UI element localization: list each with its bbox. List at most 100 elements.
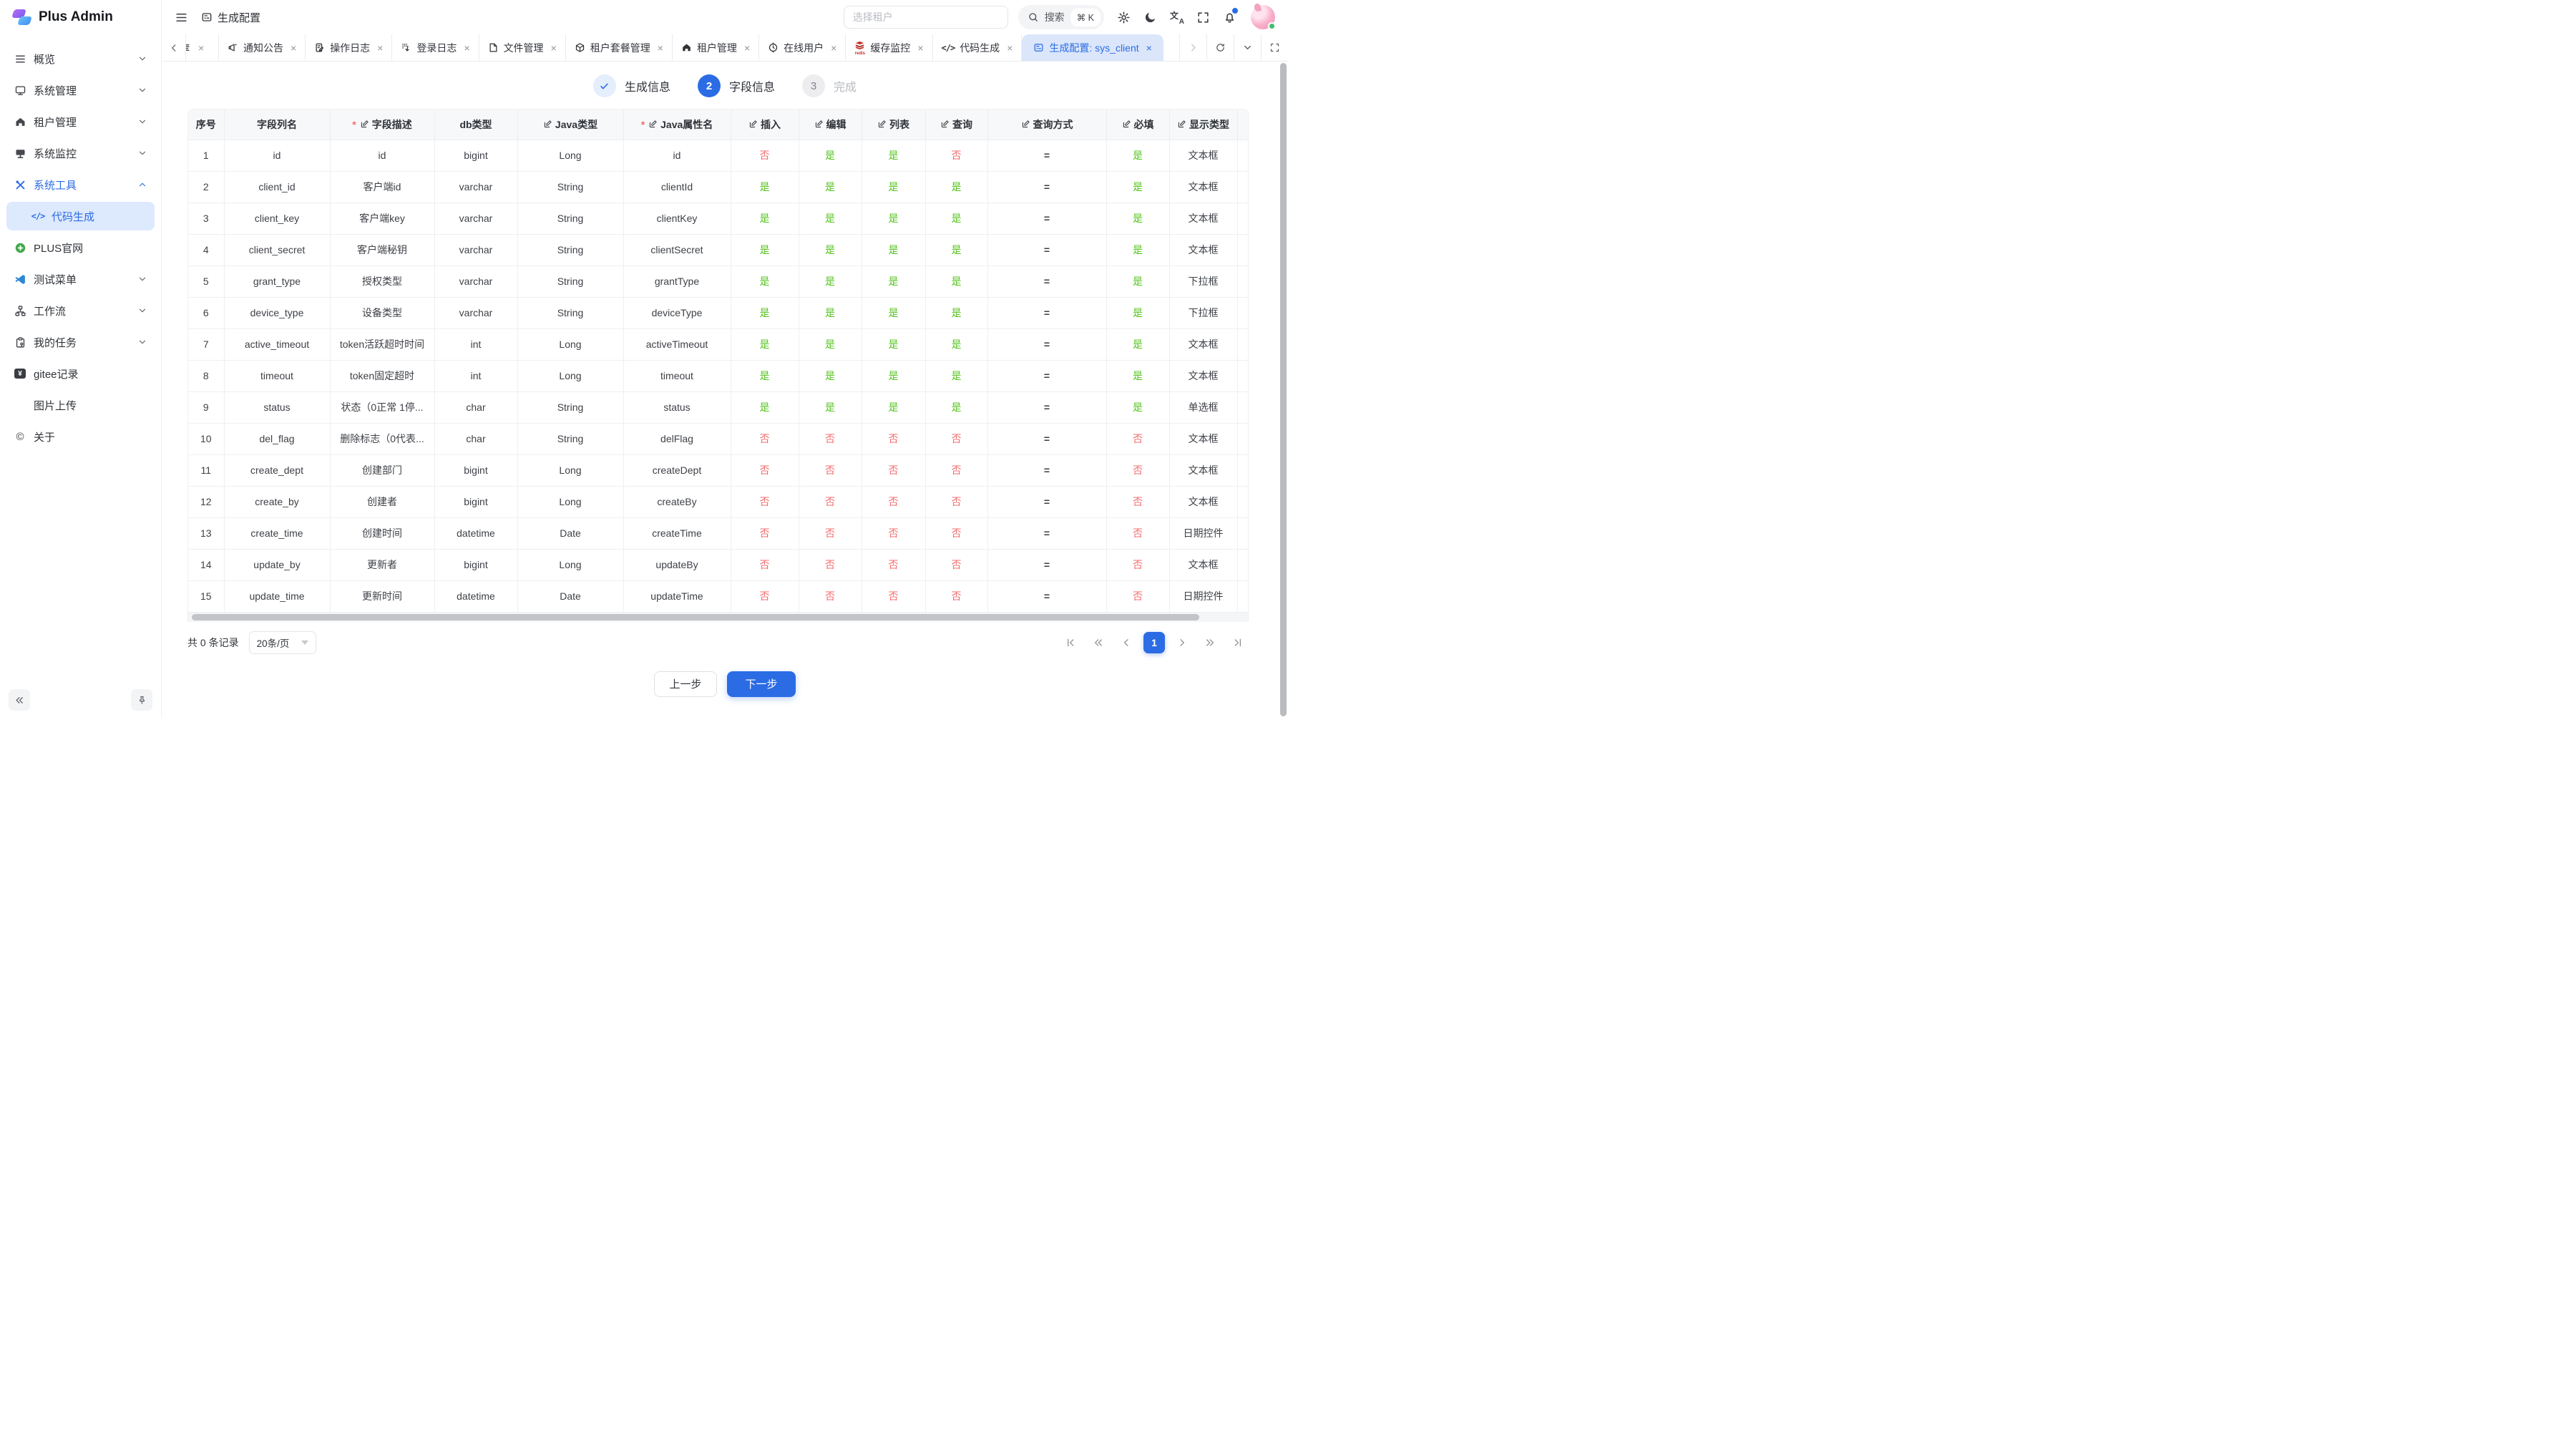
cell-java_type[interactable]: Date: [517, 517, 623, 549]
cell-java_type[interactable]: Long: [517, 549, 623, 580]
cell-java_type[interactable]: String: [517, 266, 623, 297]
cell-java_attr[interactable]: deviceType: [623, 297, 731, 328]
tab-op-log[interactable]: 操作日志×: [306, 34, 392, 61]
cell-edit[interactable]: 否: [799, 549, 862, 580]
cell-query_mode[interactable]: =: [987, 171, 1106, 203]
col-header-list[interactable]: 列表: [862, 109, 925, 140]
sidebar-item-system-tools[interactable]: 系统工具: [6, 170, 155, 199]
cell-insert[interactable]: 否: [731, 517, 799, 549]
cell-required[interactable]: 否: [1106, 454, 1169, 486]
cell-display_type[interactable]: 文本框: [1169, 328, 1237, 360]
cell-insert[interactable]: 是: [731, 266, 799, 297]
cell-required[interactable]: 否: [1106, 580, 1169, 612]
cell-display_type[interactable]: 文本框: [1169, 486, 1237, 517]
cell-display_type[interactable]: 文本框: [1169, 140, 1237, 171]
cell-column_desc[interactable]: 更新时间: [330, 580, 434, 612]
sidebar-item-workflow[interactable]: 工作流: [6, 296, 155, 325]
cell-java_attr[interactable]: delFlag: [623, 423, 731, 454]
cell-column_desc[interactable]: 创建部门: [330, 454, 434, 486]
cell-query_mode[interactable]: =: [987, 486, 1106, 517]
cell-list[interactable]: 是: [862, 328, 925, 360]
col-header-display_type[interactable]: 显示类型: [1169, 109, 1237, 140]
tab-close-icon[interactable]: ×: [658, 43, 663, 53]
sidebar-item-my-tasks[interactable]: 我的任务: [6, 328, 155, 356]
tab-tenant[interactable]: 租户管理×: [673, 34, 759, 61]
cell-required[interactable]: 否: [1106, 423, 1169, 454]
cell-java_attr[interactable]: updateBy: [623, 549, 731, 580]
sidebar-item-code-gen[interactable]: </>代码生成: [6, 202, 155, 230]
cell-column_desc[interactable]: 创建者: [330, 486, 434, 517]
cell-query[interactable]: 否: [925, 549, 987, 580]
tab-file-manage[interactable]: 文件管理×: [479, 34, 566, 61]
cell-edit[interactable]: 是: [799, 391, 862, 423]
cell-list[interactable]: 否: [862, 580, 925, 612]
cell-query_mode[interactable]: =: [987, 203, 1106, 234]
cell-java_type[interactable]: String: [517, 171, 623, 203]
next-5-pages-button[interactable]: [1199, 632, 1221, 653]
cell-display_type[interactable]: 文本框: [1169, 234, 1237, 266]
horizontal-scrollbar-thumb[interactable]: [192, 614, 1199, 620]
cell-required[interactable]: 是: [1106, 266, 1169, 297]
cell-column_desc[interactable]: 删除标志（0代表...: [330, 423, 434, 454]
cell-insert[interactable]: 是: [731, 297, 799, 328]
cell-java_attr[interactable]: createDept: [623, 454, 731, 486]
prev-page-button[interactable]: [1116, 632, 1137, 653]
cell-insert[interactable]: 是: [731, 171, 799, 203]
hamburger-menu-button[interactable]: [172, 8, 191, 27]
cell-query[interactable]: 否: [925, 517, 987, 549]
tab-cache-monitor[interactable]: redis缓存监控×: [846, 34, 932, 61]
cell-required[interactable]: 是: [1106, 360, 1169, 391]
tab-close-icon[interactable]: ×: [291, 43, 296, 53]
cell-required[interactable]: 否: [1106, 517, 1169, 549]
logo[interactable]: Plus Admin: [0, 0, 161, 34]
sidebar-item-about[interactable]: ©关于: [6, 422, 155, 451]
cell-column_desc[interactable]: 状态（0正常 1停...: [330, 391, 434, 423]
cell-required[interactable]: 是: [1106, 328, 1169, 360]
tabs-scroll-left-button[interactable]: [162, 34, 186, 61]
cell-list[interactable]: 否: [862, 517, 925, 549]
prev-5-pages-button[interactable]: [1088, 632, 1109, 653]
cell-display_type[interactable]: 文本框: [1169, 171, 1237, 203]
cell-java_attr[interactable]: clientId: [623, 171, 731, 203]
cell-insert[interactable]: 否: [731, 486, 799, 517]
cell-display_type[interactable]: 日期控件: [1169, 517, 1237, 549]
tab-close-icon[interactable]: ×: [831, 43, 836, 53]
cell-java_attr[interactable]: updateTime: [623, 580, 731, 612]
cell-query_mode[interactable]: =: [987, 140, 1106, 171]
notification-bell-icon[interactable]: [1220, 8, 1239, 27]
cell-display_type[interactable]: 下拉框: [1169, 297, 1237, 328]
page-size-select[interactable]: 20条/页: [249, 631, 316, 654]
cell-list[interactable]: 是: [862, 360, 925, 391]
cell-java_type[interactable]: Long: [517, 360, 623, 391]
sidebar-item-overview[interactable]: 概览: [6, 44, 155, 73]
cell-column_desc[interactable]: 设备类型: [330, 297, 434, 328]
settings-gear-icon[interactable]: [1114, 8, 1133, 27]
tab-close-icon[interactable]: ×: [1146, 43, 1152, 53]
cell-java_attr[interactable]: createTime: [623, 517, 731, 549]
tab-close-icon[interactable]: ×: [377, 43, 383, 53]
col-header-java_type[interactable]: Java类型: [517, 109, 623, 140]
cell-list[interactable]: 是: [862, 171, 925, 203]
refresh-tab-icon[interactable]: [1206, 34, 1234, 61]
cell-required[interactable]: 是: [1106, 140, 1169, 171]
cell-java_attr[interactable]: createBy: [623, 486, 731, 517]
cell-display_type[interactable]: 日期控件: [1169, 580, 1237, 612]
col-header-query_mode[interactable]: 查询方式: [987, 109, 1106, 140]
content-fullscreen-icon[interactable]: [1261, 34, 1288, 61]
cell-java_attr[interactable]: clientSecret: [623, 234, 731, 266]
cell-query[interactable]: 否: [925, 580, 987, 612]
cell-edit[interactable]: 是: [799, 203, 862, 234]
cell-list[interactable]: 否: [862, 549, 925, 580]
cell-java_type[interactable]: String: [517, 234, 623, 266]
sidebar-item-system-manage[interactable]: 系统管理: [6, 76, 155, 104]
cell-insert[interactable]: 否: [731, 423, 799, 454]
cell-java_type[interactable]: String: [517, 297, 623, 328]
tabs-scroll-right-button[interactable]: [1179, 34, 1206, 61]
sidebar-item-plus-site[interactable]: PLUS官网: [6, 233, 155, 262]
cell-required[interactable]: 是: [1106, 203, 1169, 234]
cell-java_attr[interactable]: id: [623, 140, 731, 171]
cell-display_type[interactable]: 文本框: [1169, 549, 1237, 580]
cell-insert[interactable]: 是: [731, 203, 799, 234]
tab-close-icon[interactable]: ×: [551, 43, 557, 53]
cell-display_type[interactable]: 文本框: [1169, 360, 1237, 391]
